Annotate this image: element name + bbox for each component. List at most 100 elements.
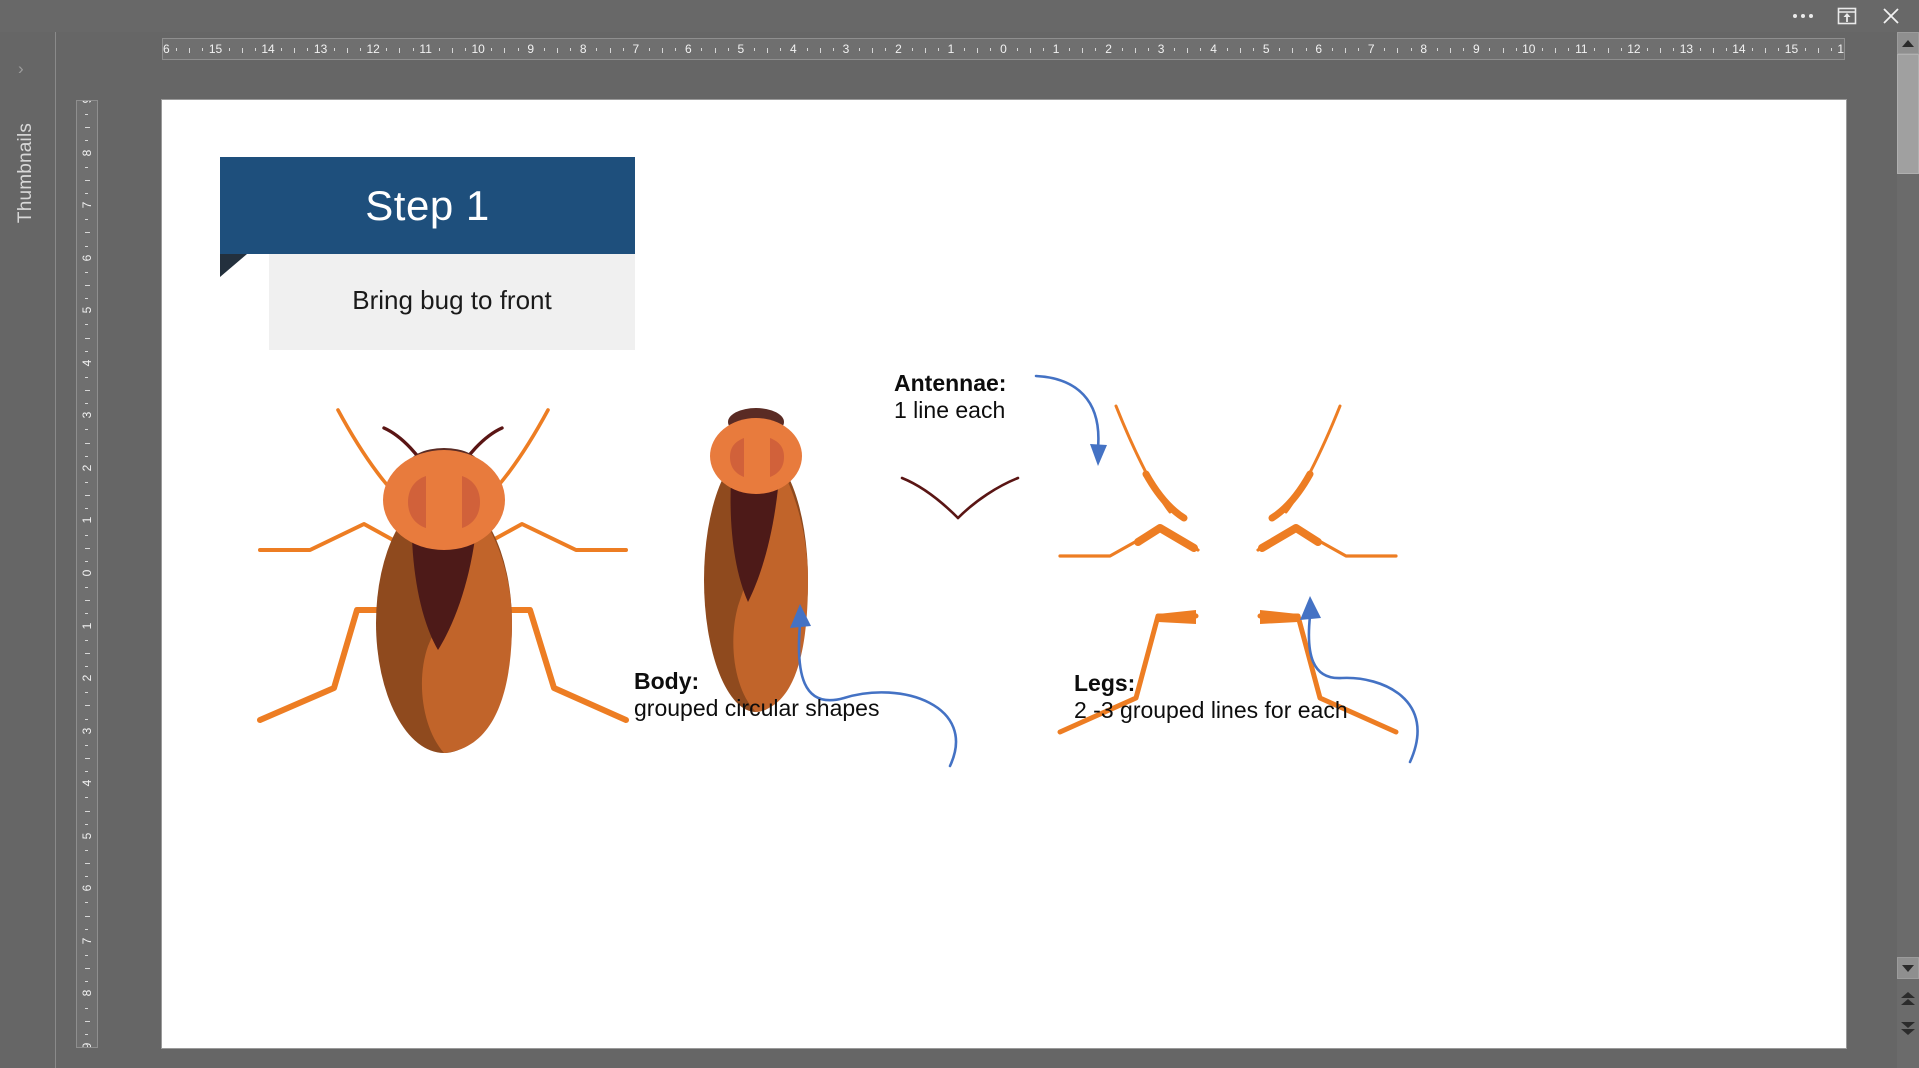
- ruler-tick: [85, 665, 88, 667]
- ruler-tick-label: 4: [80, 779, 94, 787]
- ruler-tick: [399, 48, 401, 53]
- ruler-tick-label: 16: [1837, 42, 1844, 56]
- slide-canvas[interactable]: Bring bug to front Step 1 Antennae: 1 li…: [162, 100, 1846, 1048]
- ruler-tick-label: 7: [80, 937, 94, 945]
- ruler-tick-label: 8: [579, 42, 587, 56]
- ruler-tick: [85, 298, 88, 300]
- ruler-tick: [1305, 48, 1307, 51]
- scrollbar-thumb[interactable]: [1897, 54, 1919, 174]
- ruler-tick: [806, 48, 808, 51]
- ruler-tick: [491, 48, 493, 51]
- ruler-tick: [1647, 48, 1648, 51]
- ruler-tick: [85, 955, 88, 957]
- next-slide-button[interactable]: [1897, 1017, 1919, 1039]
- expand-thumbnails-button[interactable]: ›: [18, 60, 24, 77]
- ruler-tick: [346, 48, 348, 53]
- ruler-tick: [1200, 48, 1202, 51]
- ruler-tick-label: 2: [80, 674, 94, 682]
- ruler-tick: [1830, 48, 1832, 51]
- ruler-tick-label: 15: [208, 42, 223, 56]
- annotation-antennae[interactable]: Antennae: 1 line each: [894, 370, 1006, 424]
- ruler-tick: [1253, 48, 1255, 51]
- ruler-tick: [85, 179, 90, 181]
- scroll-down-button[interactable]: [1897, 957, 1919, 979]
- ruler-tick: [85, 534, 88, 536]
- body-callout-arrow[interactable]: [782, 556, 962, 776]
- ruler-tick-label: 9: [1472, 42, 1480, 56]
- isolated-leg-mid-right-thick: [1258, 524, 1322, 552]
- legs-callout-arrow[interactable]: [1298, 550, 1428, 770]
- ruler-tick: [662, 48, 664, 53]
- ruler-tick-label: 2: [1105, 42, 1112, 56]
- horizontal-ruler[interactable]: 1615141312111098765432101234567891011121…: [162, 38, 1845, 60]
- ruler-tick: [85, 968, 90, 970]
- ruler-tick: [85, 757, 90, 759]
- ruler-tick: [1436, 48, 1438, 51]
- ruler-tick-label: 5: [1262, 42, 1270, 56]
- ruler-tick: [85, 587, 88, 589]
- ruler-tick-label: 0: [1000, 42, 1007, 56]
- ruler-tick: [977, 48, 979, 53]
- arrow-head: [790, 604, 811, 628]
- step-title-ribbon[interactable]: Step 1: [220, 157, 635, 254]
- ruler-tick: [1069, 48, 1071, 51]
- more-options-button[interactable]: [1783, 0, 1823, 32]
- close-button[interactable]: [1871, 0, 1911, 32]
- ruler-tick-label: 12: [366, 42, 380, 56]
- annotation-legs[interactable]: Legs: 2 -3 grouped lines for each: [1074, 670, 1348, 724]
- vertical-ruler[interactable]: 9 8 7 6 5 4 3 2 1 0 1 2 3 4 5 6 7 8 9: [76, 100, 98, 1048]
- isolated-leg-hind-left-pad: [1158, 610, 1196, 624]
- ruler-tick: [85, 403, 88, 405]
- ruler-tick: [1082, 48, 1084, 53]
- scroll-up-button[interactable]: [1897, 32, 1919, 54]
- ruler-tick: [85, 600, 90, 602]
- isolated-leg-front-right-thick: [1268, 470, 1314, 522]
- ruler-tick-label: 5: [737, 42, 745, 56]
- ruler-tick: [85, 390, 90, 392]
- ruler-tick: [1463, 48, 1465, 51]
- ruler-tick-label: 13: [1679, 42, 1694, 56]
- ruler-tick: [176, 48, 178, 51]
- ruler-tick: [1239, 48, 1241, 53]
- ruler-tick-label: 1: [1052, 42, 1060, 56]
- ruler-tick: [85, 376, 88, 378]
- vertical-scrollbar[interactable]: [1897, 32, 1919, 1068]
- ribbon-fold: [220, 254, 247, 277]
- popout-icon: [1837, 7, 1857, 25]
- ruler-tick: [1594, 48, 1596, 51]
- ruler-tick: [714, 48, 716, 53]
- ruler-tick: [1515, 48, 1517, 51]
- antennae-callout-arrow[interactable]: [1022, 370, 1132, 480]
- ruler-tick: [1397, 48, 1399, 53]
- ruler-tick: [1226, 48, 1228, 51]
- ruler-tick: [85, 1020, 90, 1022]
- ruler-tick: [1121, 48, 1123, 51]
- annotation-body[interactable]: Body: grouped circular shapes: [634, 668, 879, 722]
- ruler-tick-label: 13: [313, 42, 328, 56]
- arrow-head: [1090, 444, 1107, 466]
- ruler-tick-label: 7: [632, 42, 640, 56]
- isolated-antennae-shape[interactable]: [900, 476, 1020, 522]
- ruler-tick-label: 3: [842, 42, 850, 56]
- ruler-tick: [753, 48, 755, 51]
- ruler-tick: [1279, 48, 1281, 51]
- double-chevron-up-icon-2: [1901, 998, 1915, 1005]
- close-icon: [1883, 8, 1899, 24]
- ruler-tick: [1358, 48, 1360, 51]
- ruler-tick-label: 1: [80, 517, 94, 524]
- ruler-tick: [85, 863, 90, 865]
- step-subtitle-box[interactable]: Bring bug to front: [269, 250, 635, 350]
- ruler-tick: [504, 48, 506, 53]
- isolated-leg-mid-left-thick: [1134, 524, 1198, 552]
- ruler-tick: [85, 284, 90, 286]
- ruler-tick: [85, 849, 88, 851]
- ruler-tick: [85, 639, 88, 641]
- annotation-detail: 2 -3 grouped lines for each: [1074, 697, 1348, 724]
- ruler-tick: [1384, 48, 1386, 51]
- double-chevron-up-icon: [1901, 991, 1915, 998]
- assembled-bug-illustration[interactable]: [252, 388, 632, 753]
- ruler-tick-label: 8: [80, 149, 94, 156]
- ruler-tick: [85, 219, 88, 221]
- previous-slide-button[interactable]: [1897, 987, 1919, 1009]
- popout-button[interactable]: [1827, 0, 1867, 32]
